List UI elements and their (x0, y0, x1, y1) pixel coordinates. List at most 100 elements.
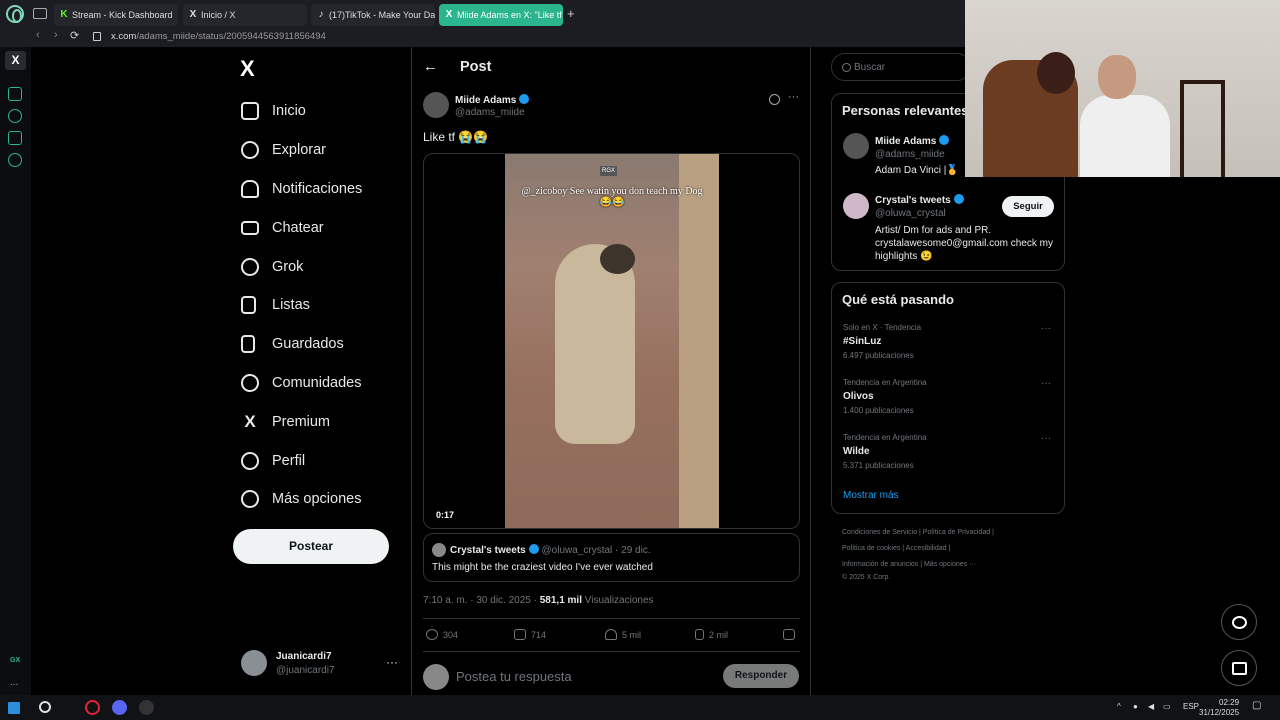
tray-chevron-icon[interactable]: ^ (1117, 702, 1121, 711)
settings-icon[interactable] (8, 153, 22, 167)
avatar[interactable] (843, 193, 869, 219)
gx-corner-icon[interactable]: GX (10, 657, 20, 664)
nav-chatear[interactable]: Chatear (241, 208, 362, 247)
tab-x-post[interactable]: X Miide Adams en X: "Like tf (439, 4, 563, 26)
nav-mas-opciones[interactable]: Más opciones (241, 480, 362, 519)
author-handle[interactable]: @adams_miide (455, 107, 525, 118)
footer-links[interactable]: Condiciones de Servicio | Política de Pr… (842, 529, 994, 536)
language-indicator[interactable]: ESP (1183, 702, 1199, 711)
search-icon (842, 63, 851, 72)
nav-label: Explorar (272, 142, 326, 159)
nav-notificaciones[interactable]: Notificaciones (241, 170, 362, 209)
nav-explorar[interactable]: Explorar (241, 131, 362, 170)
notifications-icon[interactable]: ▢ (1252, 700, 1261, 711)
workspace-icon[interactable] (8, 87, 22, 101)
nav-guardados[interactable]: Guardados (241, 325, 362, 364)
trend-category: Solo en X · Tendencia (843, 323, 922, 332)
tab-label: Miide Adams en X: "Like tf (457, 10, 562, 20)
like-action[interactable]: 5 mil (605, 629, 641, 640)
post-meta: 7:10 a. m. · 30 dic. 2025 · 581,1 mil Vi… (423, 595, 654, 606)
share-action[interactable] (783, 629, 800, 640)
network-icon[interactable]: ▭ (1163, 702, 1171, 711)
discord-icon[interactable] (112, 700, 127, 715)
bookmark-action[interactable]: 2 mil (695, 629, 728, 640)
opera-gx-icon[interactable] (85, 700, 100, 715)
quoted-post[interactable]: Crystal's tweets @oluwa_crystal · 29 dic… (423, 533, 800, 582)
messages-floating-button[interactable] (1221, 650, 1257, 686)
volume-icon[interactable]: ◀ (1148, 702, 1154, 711)
reply-input[interactable]: Postea tu respuesta (456, 669, 572, 684)
tab-kick[interactable]: K Stream - Kick Dashboard (54, 4, 178, 26)
nav-label: Comunidades (272, 374, 362, 391)
nav-inicio[interactable]: Inicio (241, 92, 362, 131)
author-name[interactable]: Miide Adams (455, 94, 530, 106)
nav-listas[interactable]: Listas (241, 286, 362, 325)
person-name[interactable]: Crystal's tweets (875, 194, 964, 206)
nav-grok[interactable]: Grok (241, 247, 362, 286)
trend-count: 5.371 publicaciones (843, 461, 914, 470)
reply-count: 304 (443, 629, 459, 640)
trend-category: Tendencia en Argentina (843, 433, 927, 442)
nav-premium[interactable]: X Premium (241, 402, 362, 441)
back-button[interactable]: ‹ (36, 29, 40, 41)
post-time[interactable]: 7:10 a. m. · 30 dic. 2025 · (423, 595, 537, 606)
video-frame[interactable]: RGX @_zicoboy See watin you don teach my… (505, 154, 719, 528)
clock[interactable]: 02:29 31/12/2025 (1199, 698, 1239, 718)
nav-label: Premium (272, 413, 331, 430)
url-field[interactable]: x.com/adams_miide/status/200594456391185… (111, 31, 326, 42)
new-tab-button[interactable]: + (567, 6, 575, 21)
grok-floating-button[interactable] (1221, 604, 1257, 640)
tab-islands-icon[interactable] (33, 8, 47, 19)
page-title: Post (460, 59, 492, 75)
post-more-icon[interactable]: ··· (788, 91, 799, 103)
dog-head (600, 244, 635, 274)
lock-icon[interactable] (93, 32, 101, 41)
post-video[interactable]: RGX @_zicoboy See watin you don teach my… (423, 153, 800, 529)
tab-x-inicio[interactable]: X Inicio / X (183, 4, 307, 26)
avatar[interactable] (843, 133, 869, 159)
views-label: Visualizaciones (584, 595, 654, 606)
forward-button[interactable]: › (54, 29, 58, 41)
search-icon[interactable] (39, 701, 51, 713)
opera-menu-icon[interactable] (6, 5, 24, 23)
reply-action[interactable]: 304 (426, 629, 458, 640)
obs-icon[interactable] (139, 700, 154, 715)
taskbar: ^ ● ◀ ▭ ESP 02:29 31/12/2025 ▢ (0, 695, 1280, 720)
post-button[interactable]: Postear (233, 529, 389, 564)
windows-start-icon[interactable] (8, 702, 20, 714)
footer-links[interactable]: Información de anuncios | Más opciones ·… (842, 561, 976, 568)
sidebar-x-icon[interactable]: X (5, 51, 26, 70)
retweet-action[interactable]: 714 (514, 629, 546, 640)
grok-icon[interactable] (769, 94, 780, 105)
person-right-image (1080, 95, 1170, 177)
clock-date: 31/12/2025 (1199, 708, 1240, 717)
reload-button[interactable]: ⟳ (70, 29, 79, 42)
nav-perfil[interactable]: Perfil (241, 441, 362, 480)
search-input[interactable]: Buscar (831, 53, 971, 81)
x-logo[interactable]: X (240, 56, 255, 82)
person-name[interactable]: Miide Adams (875, 135, 950, 147)
reply-button[interactable]: Responder (723, 664, 799, 688)
nav-comunidades[interactable]: Comunidades (241, 364, 362, 403)
footer-links[interactable]: Política de cookies | Accesibilidad | (842, 545, 950, 552)
back-arrow-icon[interactable]: ← (423, 58, 438, 75)
show-more-link[interactable]: Mostrar más (843, 490, 899, 501)
url-host: x.com (111, 31, 137, 42)
user-icon (241, 451, 259, 470)
trend-more-icon[interactable]: ··· (1041, 378, 1051, 389)
avatar[interactable] (423, 92, 449, 118)
trend-more-icon[interactable]: ··· (1041, 433, 1051, 444)
kick-icon: K (60, 9, 68, 20)
url-path: /adams_miide/status/2005944563911856494 (136, 31, 326, 42)
trend-count: 1.400 publicaciones (843, 406, 914, 415)
sidebar-more-icon[interactable]: ... (10, 677, 18, 688)
extensions-icon[interactable] (8, 131, 22, 145)
mail-icon (1232, 662, 1247, 675)
history-icon[interactable] (8, 109, 22, 123)
people-icon (241, 373, 259, 392)
follow-button[interactable]: Seguir (1002, 196, 1054, 217)
trend-more-icon[interactable]: ··· (1041, 323, 1051, 334)
tab-tiktok[interactable]: ♪ (17)TikTok - Make Your Da (311, 4, 435, 26)
account-switcher[interactable]: Juanicardi7 @juanicardi7 ··· (241, 650, 401, 680)
mic-icon[interactable]: ● (1133, 702, 1138, 711)
